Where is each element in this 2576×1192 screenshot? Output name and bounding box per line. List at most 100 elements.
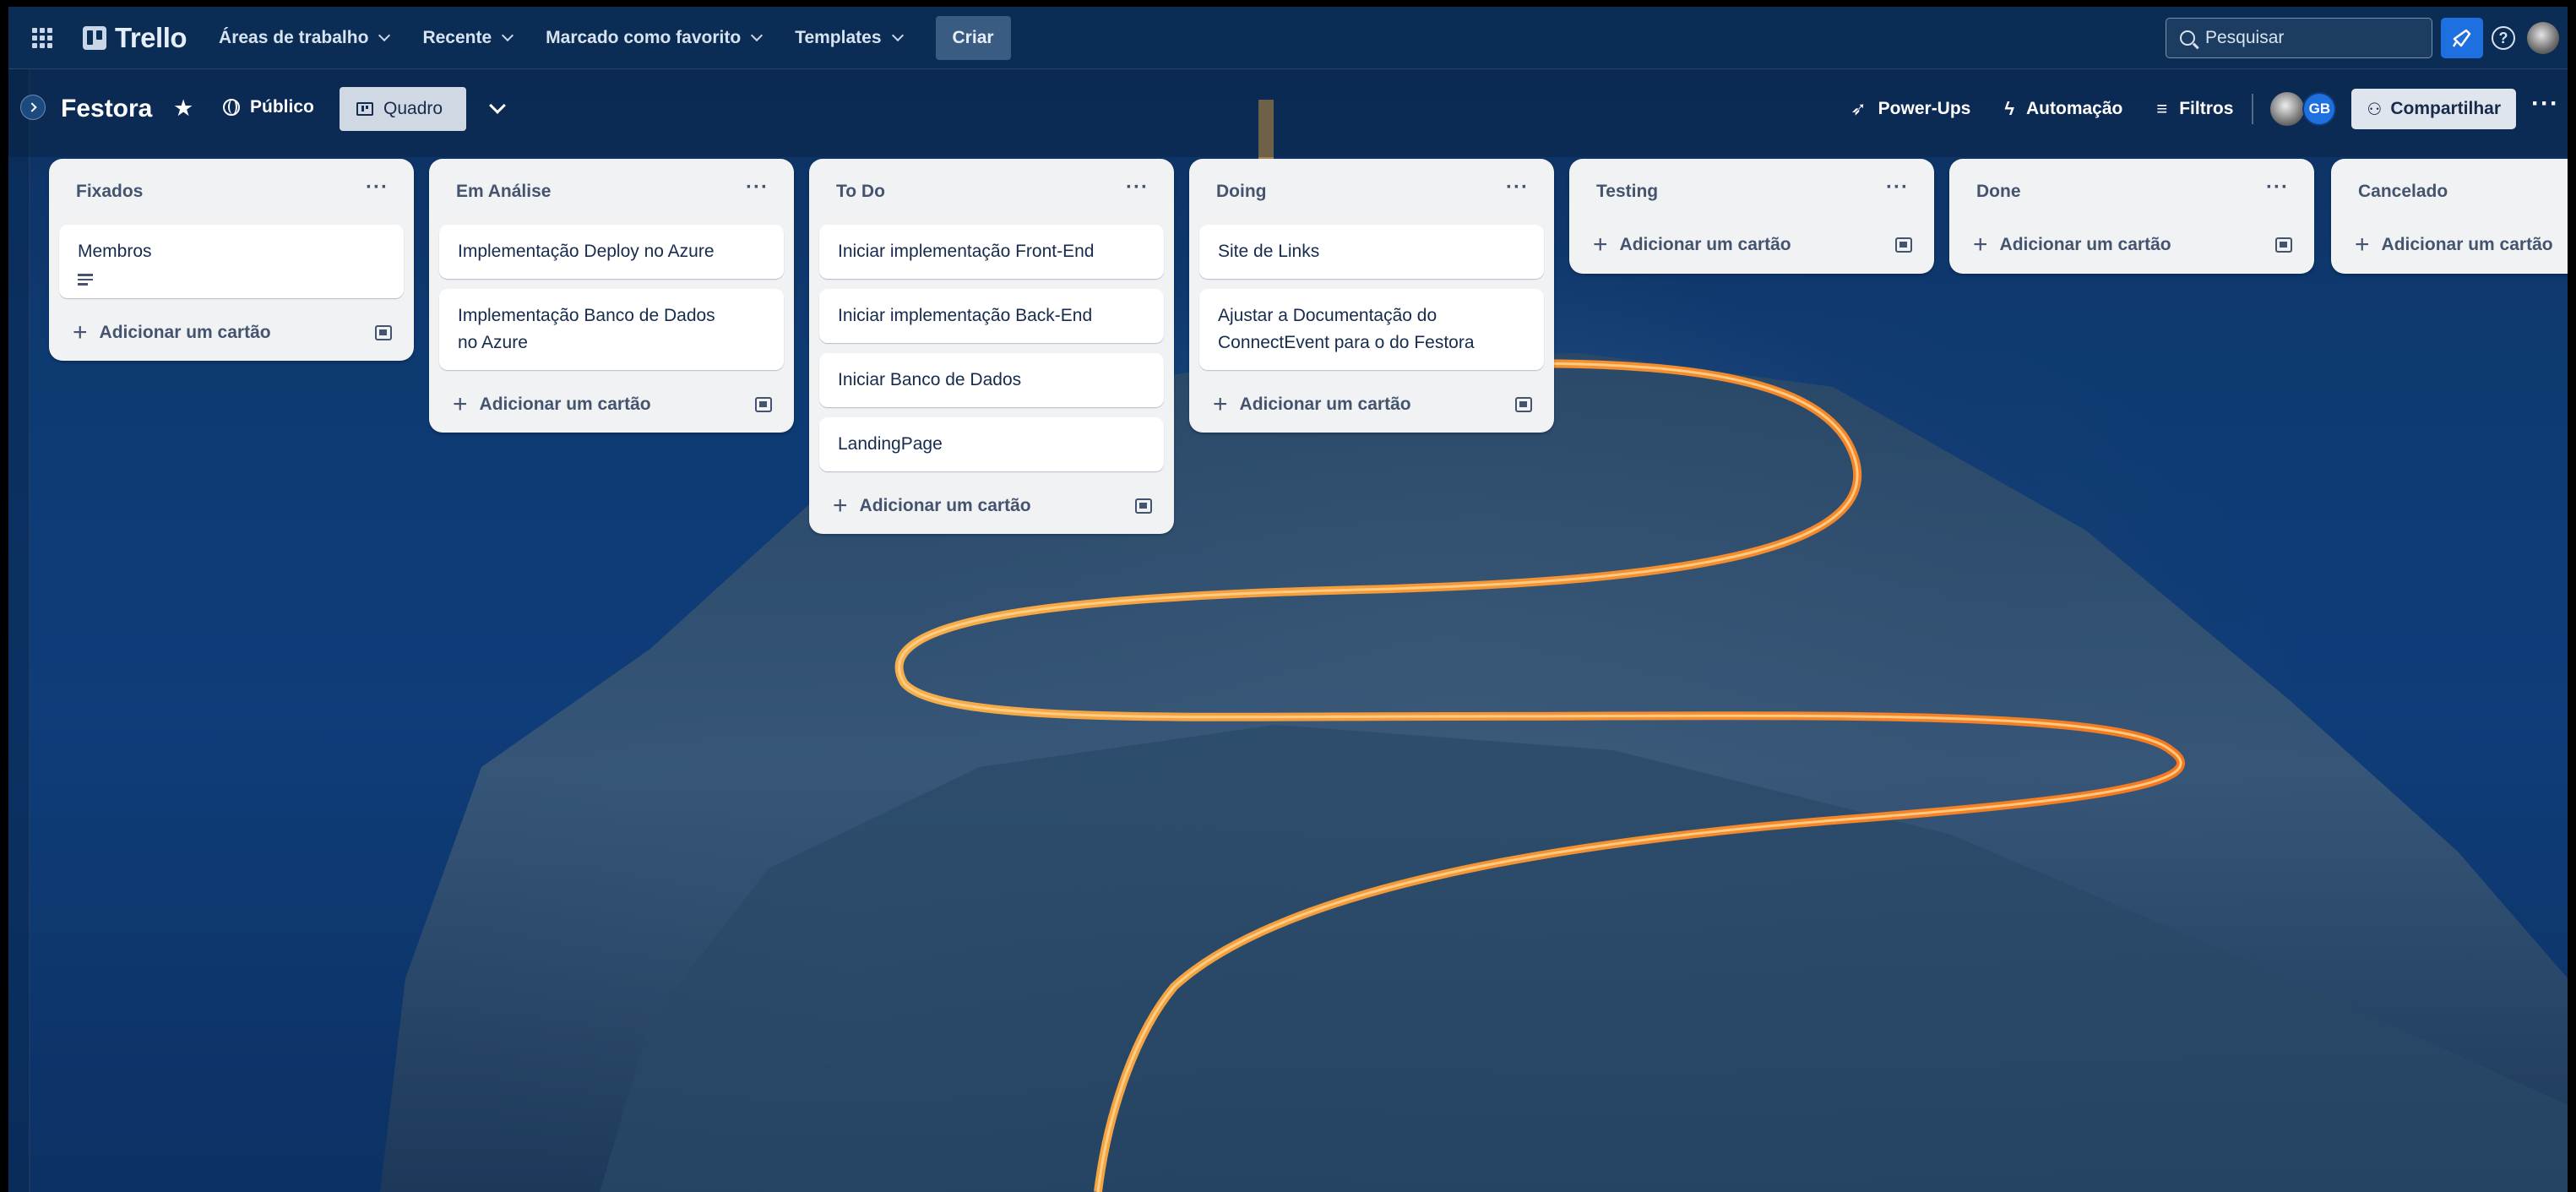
view-switcher-chevron-icon[interactable] <box>489 97 506 114</box>
list-header: Testing ··· <box>1569 159 1934 225</box>
menu-templates[interactable]: Templates <box>795 27 904 48</box>
expand-sidebar-button[interactable] <box>20 95 46 120</box>
add-card-button[interactable]: + Adicionar um cartão <box>833 492 1031 520</box>
board-canvas: Trello Áreas de trabalho Recente Marcado… <box>8 7 2568 1192</box>
plus-icon: + <box>2355 231 2370 259</box>
notifications-button[interactable] <box>2441 18 2483 58</box>
add-card-label: Adicionar um cartão <box>1619 235 1791 254</box>
board-header: Festora ★ Público Quadro ➶ Power-Ups ϟ A… <box>8 69 2568 157</box>
list-title[interactable]: Fixados <box>76 182 143 202</box>
list-title[interactable]: To Do <box>836 182 885 202</box>
list-card[interactable]: Iniciar implementação Front-End <box>819 225 1164 279</box>
list-card[interactable]: Implementação Banco de Dados no Azure <box>439 289 784 370</box>
card-template-icon[interactable] <box>2275 237 2292 253</box>
list-title[interactable]: Done <box>1976 182 2021 202</box>
powerups-button[interactable]: ➶ Power-Ups <box>1850 98 1970 120</box>
menu-recent-label: Recente <box>422 27 492 47</box>
add-card-button[interactable]: + Adicionar um cartão <box>1593 232 1791 258</box>
list-card[interactable]: Iniciar Banco de Dados <box>819 353 1164 407</box>
add-card-button[interactable]: + Adicionar um cartão <box>1213 392 1411 417</box>
list-card[interactable]: Implementação Deploy no Azure <box>439 225 784 279</box>
create-button[interactable]: Criar <box>935 15 1011 60</box>
filter-icon: ≡ <box>2156 98 2168 119</box>
plus-icon: + <box>1973 231 1988 259</box>
sidebar-edge <box>8 7 30 1192</box>
visibility-button[interactable]: Público <box>223 97 314 117</box>
member-avatar-initials[interactable]: GB <box>2302 92 2337 126</box>
add-card-row: + Adicionar um cartão <box>2331 220 2568 274</box>
list-card[interactable]: Membros <box>59 225 404 298</box>
list-title[interactable]: Doing <box>1216 182 1266 202</box>
add-card-button[interactable]: + Adicionar um cartão <box>2355 231 2553 259</box>
list-cancelado: Cancelado ··· + Adicionar um cartão <box>2331 159 2568 274</box>
menu-templates-label: Templates <box>795 27 882 47</box>
list-menu-icon[interactable]: ··· <box>2266 176 2289 199</box>
share-button[interactable]: ⚇ Compartilhar <box>2351 89 2517 129</box>
search-input[interactable] <box>2205 28 2408 48</box>
plus-icon: + <box>833 492 848 520</box>
chevron-down-icon <box>891 29 904 41</box>
automation-button[interactable]: ϟ Automação <box>2004 98 2122 120</box>
rocket-icon: ➶ <box>1850 98 1867 119</box>
card-template-icon[interactable] <box>755 397 772 412</box>
plus-icon: + <box>73 318 88 346</box>
nav-right-controls: ? <box>2166 7 2568 69</box>
app-switcher-icon[interactable] <box>32 27 52 48</box>
list-menu-icon[interactable]: ··· <box>1886 176 1909 199</box>
menu-workspaces[interactable]: Áreas de trabalho <box>219 27 391 48</box>
member-avatar[interactable] <box>2270 92 2305 126</box>
list-title[interactable]: Em Análise <box>456 182 551 202</box>
powerups-label: Power-Ups <box>1878 99 1971 118</box>
star-icon[interactable]: ★ <box>173 95 193 122</box>
add-card-label: Adicionar um cartão <box>859 496 1031 515</box>
list-card[interactable]: LandingPage <box>819 417 1164 471</box>
list-doing: Doing ··· Site de Links Ajustar a Docume… <box>1189 159 1554 433</box>
list-menu-icon[interactable]: ··· <box>1126 176 1149 199</box>
help-icon[interactable]: ? <box>2492 26 2515 50</box>
add-card-row: + Adicionar um cartão <box>809 482 1174 534</box>
chevron-down-icon <box>751 29 764 41</box>
filters-button[interactable]: ≡ Filtros <box>2156 98 2233 120</box>
list-title[interactable]: Testing <box>1596 182 1658 202</box>
trello-logo-text: Trello <box>115 21 187 53</box>
card-template-icon[interactable] <box>1135 498 1152 514</box>
megaphone-icon <box>2452 29 2471 47</box>
board-header-actions: ➶ Power-Ups ϟ Automação ≡ Filtros GB ⚇ C… <box>1850 86 2568 132</box>
menu-workspaces-label: Áreas de trabalho <box>219 27 369 47</box>
add-card-button[interactable]: + Adicionar um cartão <box>453 392 651 417</box>
menu-starred-label: Marcado como favorito <box>546 27 742 47</box>
list-menu-icon[interactable]: ··· <box>1506 176 1529 199</box>
board-title[interactable]: Festora <box>61 95 152 123</box>
list-card[interactable]: Iniciar implementação Back-End <box>819 289 1164 343</box>
list-title[interactable]: Cancelado <box>2358 182 2448 202</box>
list-header: To Do ··· <box>809 159 1174 225</box>
list-header: Doing ··· <box>1189 159 1554 225</box>
menu-recent[interactable]: Recente <box>422 27 514 48</box>
add-card-row: + Adicionar um cartão <box>1189 380 1554 433</box>
card-template-icon[interactable] <box>1895 237 1912 253</box>
card-template-icon[interactable] <box>1515 397 1532 412</box>
board-view-button[interactable]: Quadro <box>340 87 466 131</box>
header-divider <box>2252 94 2254 124</box>
search-box[interactable] <box>2166 18 2432 58</box>
menu-starred[interactable]: Marcado como favorito <box>546 27 764 48</box>
board-menu-icon[interactable]: ··· <box>2531 90 2559 118</box>
search-icon <box>2180 30 2195 46</box>
list-header: Em Análise ··· <box>429 159 794 225</box>
trello-logo[interactable]: Trello <box>83 22 187 54</box>
user-avatar[interactable] <box>2527 22 2559 54</box>
list-header: Fixados ··· <box>49 159 414 225</box>
list-em-analise: Em Análise ··· Implementação Deploy no A… <box>429 159 794 433</box>
chevron-down-icon <box>502 29 514 41</box>
filters-label: Filtros <box>2179 99 2234 118</box>
list-card[interactable]: Ajustar a Documentação do ConnectEvent p… <box>1199 289 1544 370</box>
list-card[interactable]: Site de Links <box>1199 225 1544 279</box>
share-label: Compartilhar <box>2390 99 2502 118</box>
add-card-row: + Adicionar um cartão <box>1949 220 2314 274</box>
add-card-button[interactable]: + Adicionar um cartão <box>73 318 271 346</box>
card-template-icon[interactable] <box>375 324 392 340</box>
chevron-down-icon <box>378 29 391 41</box>
list-menu-icon[interactable]: ··· <box>366 176 389 199</box>
add-card-button[interactable]: + Adicionar um cartão <box>1973 231 2171 259</box>
list-menu-icon[interactable]: ··· <box>746 176 769 199</box>
